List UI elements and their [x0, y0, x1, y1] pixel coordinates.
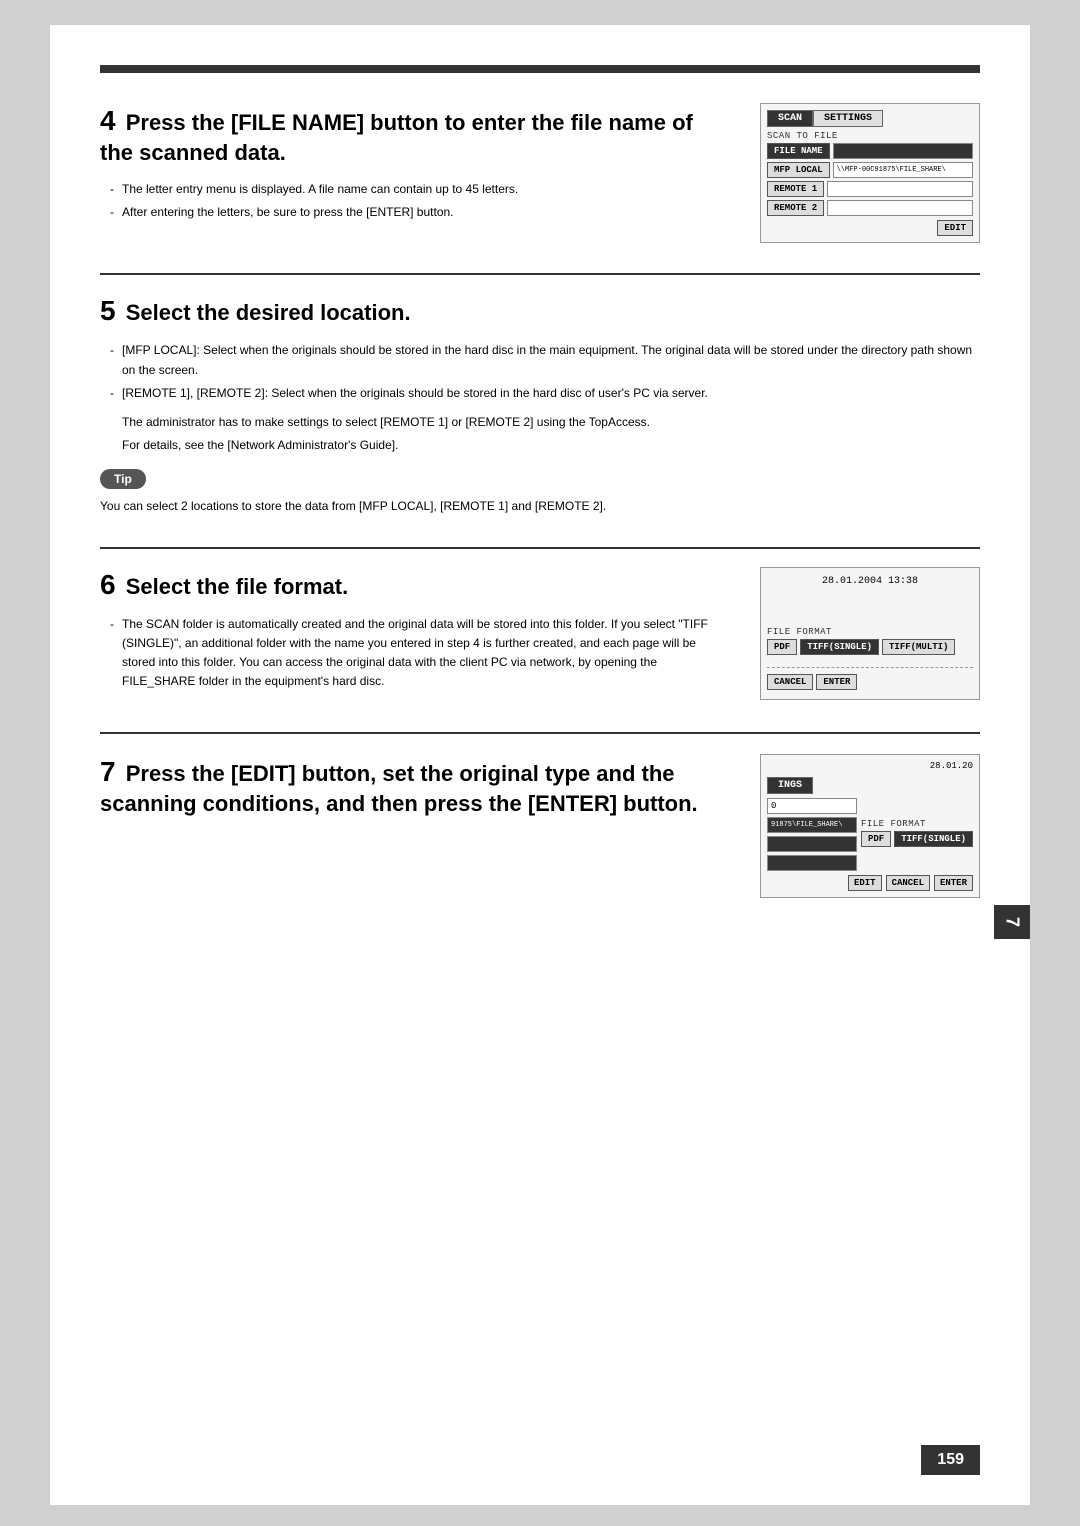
step5-extra1: The administrator has to make settings t…: [100, 413, 980, 432]
panel3-main-row: 0 91875\FILE_SHARE\ FILE FORMAT PDF: [767, 798, 973, 871]
edit-btn[interactable]: EDIT: [937, 220, 973, 236]
step7-left: 7 Press the [EDIT] button, set the origi…: [100, 754, 730, 831]
scan-to-file-label: SCAN TO FILE: [767, 131, 973, 141]
panel1-tabs: SCAN SETTINGS: [767, 110, 973, 127]
step6-block: 6 Select the file format. The SCAN folde…: [100, 567, 980, 702]
panel3-path-field[interactable]: 91875\FILE_SHARE\: [767, 817, 857, 833]
step6-number: 6: [100, 569, 116, 600]
step7-block: 7 Press the [EDIT] button, set the origi…: [100, 754, 980, 898]
divider1: [100, 273, 980, 275]
step7-number: 7: [100, 756, 116, 787]
file-name-btn[interactable]: FILE NAME: [767, 143, 830, 159]
panel3-right-col: FILE FORMAT PDF TIFF(SINGLE): [861, 819, 973, 850]
step4-bullet-2: After entering the letters, be sure to p…: [110, 203, 730, 222]
panel3-field1-val: 0: [771, 801, 776, 811]
step7-title: Press the [EDIT] button, set the origina…: [100, 761, 698, 816]
panel1-container: SCAN SETTINGS SCAN TO FILE FILE NAME MFP…: [760, 103, 980, 243]
step4-heading: 4 Press the [FILE NAME] button to enter …: [100, 103, 730, 168]
step4-number: 4: [100, 105, 116, 136]
panel1: SCAN SETTINGS SCAN TO FILE FILE NAME MFP…: [760, 103, 980, 243]
page-number: 159: [921, 1445, 980, 1475]
mfp-local-btn[interactable]: MFP LOCAL: [767, 162, 830, 178]
remote1-btn[interactable]: REMOTE 1: [767, 181, 824, 197]
panel3-edit-btn[interactable]: EDIT: [848, 875, 882, 891]
cancel-btn[interactable]: CANCEL: [767, 674, 813, 690]
step5-bullet-2: [REMOTE 1], [REMOTE 2]: Select when the …: [110, 384, 980, 403]
panel3-empty-field[interactable]: [767, 836, 857, 852]
step5-title: Select the desired location.: [126, 300, 411, 325]
step5-bullet-1: [MFP LOCAL]: Select when the originals s…: [110, 341, 980, 379]
step4-left: 4 Press the [FILE NAME] button to enter …: [100, 103, 730, 232]
step4-bullets: The letter entry menu is displayed. A fi…: [100, 180, 730, 222]
remote1-row: REMOTE 1: [767, 181, 973, 197]
panel3-format-btns: PDF TIFF(SINGLE): [861, 831, 973, 847]
step6-heading: 6 Select the file format.: [100, 567, 730, 603]
panel3-enter-btn[interactable]: ENTER: [934, 875, 973, 891]
step5-heading: 5 Select the desired location.: [100, 293, 980, 329]
panel3-pdf-btn[interactable]: PDF: [861, 831, 891, 847]
file-name-field[interactable]: [833, 143, 973, 159]
panel3-left-col: 0 91875\FILE_SHARE\: [767, 798, 857, 871]
tiff-multi-btn[interactable]: TIFF(MULTI): [882, 639, 955, 655]
remote2-row: REMOTE 2: [767, 200, 973, 216]
panel3: 28.01.20 INGS 0 91875\FILE_SHARE\: [760, 754, 980, 898]
divider3: [100, 732, 980, 734]
tab-settings[interactable]: SETTINGS: [813, 110, 883, 127]
remote2-btn[interactable]: REMOTE 2: [767, 200, 824, 216]
panel3-timestamp: 28.01.20: [767, 761, 973, 771]
panel3-tiff-single-btn[interactable]: TIFF(SINGLE): [894, 831, 973, 847]
tiff-single-btn[interactable]: TIFF(SINGLE): [800, 639, 879, 655]
panel2: 28.01.2004 13:38 FILE FORMAT PDF TIFF(SI…: [760, 567, 980, 700]
step6-bullets: The SCAN folder is automatically created…: [100, 615, 730, 692]
step6-title: Select the file format.: [126, 574, 349, 599]
remote2-field[interactable]: [827, 200, 973, 216]
panel3-path-val: 91875\FILE_SHARE\: [771, 821, 842, 829]
panel2-container: 28.01.2004 13:38 FILE FORMAT PDF TIFF(SI…: [760, 567, 980, 700]
panel3-cancel-btn[interactable]: CANCEL: [886, 875, 930, 891]
panel3-field1[interactable]: 0: [767, 798, 857, 814]
panel2-bottom-btns: CANCEL ENTER: [767, 674, 973, 690]
tip-badge: Tip: [100, 469, 146, 489]
step5-extra2: For details, see the [Network Administra…: [100, 436, 980, 455]
side-tab: 7: [994, 905, 1030, 939]
mfp-local-row: MFP LOCAL \\MFP-00C91875\FILE_SHARE\: [767, 162, 973, 178]
step6-left: 6 Select the file format. The SCAN folde…: [100, 567, 730, 702]
step5-bullets: [MFP LOCAL]: Select when the originals s…: [100, 341, 980, 403]
main-page: 4 Press the [FILE NAME] button to enter …: [50, 25, 1030, 1505]
tip-text: You can select 2 locations to store the …: [100, 497, 980, 516]
file-format-btns: PDF TIFF(SINGLE) TIFF(MULTI): [767, 639, 973, 655]
panel3-empty-field2[interactable]: [767, 855, 857, 871]
panel2-timestamp: 28.01.2004 13:38: [767, 574, 973, 589]
panel3-tabs: INGS: [767, 777, 973, 794]
mfp-local-field[interactable]: \\MFP-00C91875\FILE_SHARE\: [833, 162, 973, 178]
tab-ings[interactable]: INGS: [767, 777, 813, 794]
step6-bullet-1: The SCAN folder is automatically created…: [110, 615, 730, 692]
panel3-file-format-label: FILE FORMAT: [861, 819, 973, 829]
step5-number: 5: [100, 295, 116, 326]
panel3-bottom-btns: EDIT CANCEL ENTER: [767, 875, 973, 891]
enter-btn[interactable]: ENTER: [816, 674, 857, 690]
step7-heading: 7 Press the [EDIT] button, set the origi…: [100, 754, 730, 819]
edit-row: EDIT: [767, 220, 973, 236]
file-format-label: FILE FORMAT: [767, 627, 973, 637]
divider2: [100, 547, 980, 549]
tab-scan[interactable]: SCAN: [767, 110, 813, 127]
file-name-row: FILE NAME: [767, 143, 973, 159]
pdf-btn[interactable]: PDF: [767, 639, 797, 655]
remote1-field[interactable]: [827, 181, 973, 197]
panel3-container: 28.01.20 INGS 0 91875\FILE_SHARE\: [760, 754, 980, 898]
step4-block: 4 Press the [FILE NAME] button to enter …: [100, 103, 980, 243]
step4-title: Press the [FILE NAME] button to enter th…: [100, 110, 693, 165]
top-bar: [100, 65, 980, 73]
step4-bullet-1: The letter entry menu is displayed. A fi…: [110, 180, 730, 199]
step5-block: 5 Select the desired location. [MFP LOCA…: [100, 293, 980, 517]
